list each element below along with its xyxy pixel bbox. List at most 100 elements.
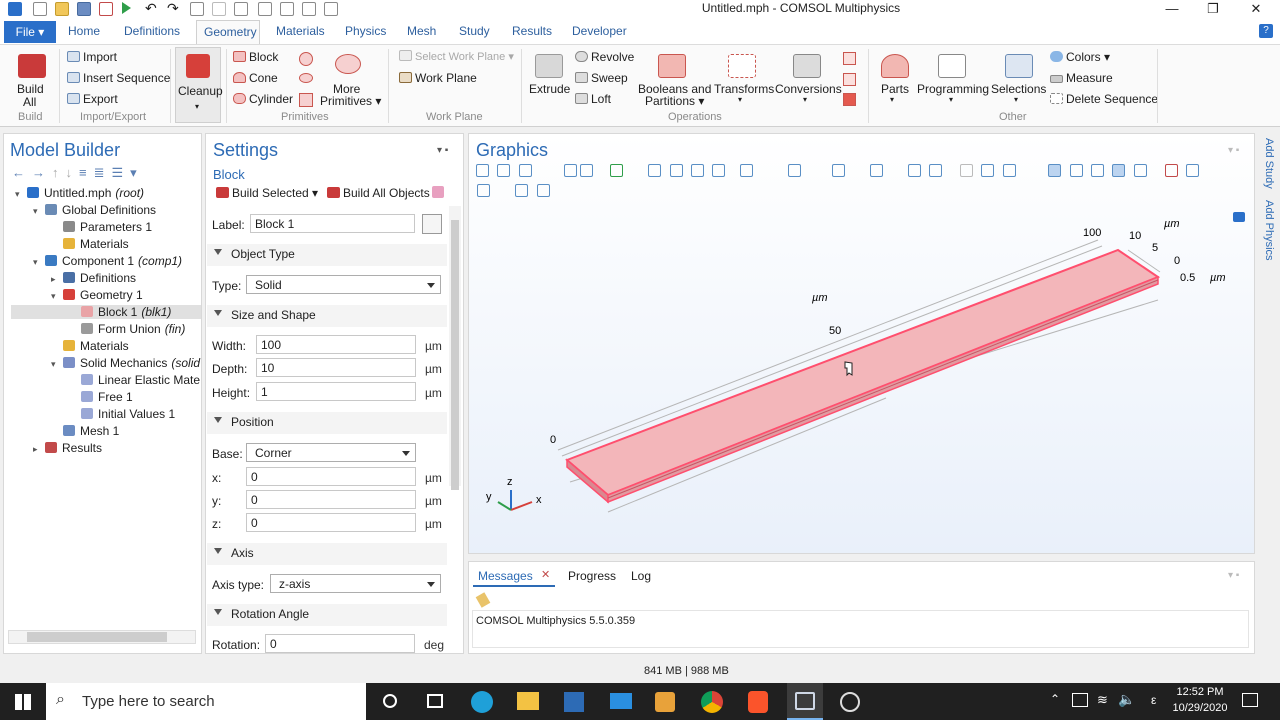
programming-icon[interactable]	[938, 54, 966, 78]
build-all-label-2[interactable]: All	[23, 95, 36, 109]
wireframe-icon[interactable]	[1070, 164, 1083, 177]
tab-materials[interactable]: Materials	[276, 24, 325, 38]
transforms-button[interactable]: Transforms	[714, 82, 774, 96]
show-more-icon[interactable]	[1186, 164, 1199, 177]
tree-expand-arrow-icon[interactable]: ▾	[51, 291, 63, 302]
collapse-icon[interactable]: ≣	[94, 165, 112, 180]
revolve-button[interactable]: Revolve	[575, 50, 634, 64]
tree-item[interactable]: ▾ Untitled.mph (root)	[15, 186, 144, 200]
zoom-selected-icon[interactable]	[564, 164, 577, 177]
tree-item[interactable]: Parameters 1	[51, 220, 152, 234]
tree-item[interactable]: Mesh 1	[51, 424, 119, 438]
tree-item[interactable]: ▾ Component 1 (comp1)	[33, 254, 182, 268]
conversions-dropdown-arrow[interactable]: ▾	[803, 95, 807, 104]
back-arrow-icon[interactable]: ←	[12, 165, 32, 180]
tree-item[interactable]: ▾ Geometry 1	[51, 288, 143, 302]
close-button[interactable]: ✕	[1236, 0, 1276, 20]
tree-expand-arrow-icon[interactable]: ▸	[51, 274, 63, 285]
selection-mode-icon[interactable]	[832, 164, 845, 177]
list-menu-icon[interactable]: ▾	[130, 165, 144, 180]
sweep-button[interactable]: Sweep	[575, 71, 628, 85]
print-icon[interactable]	[537, 184, 550, 197]
show-axis-icon[interactable]	[1134, 164, 1147, 177]
reset-hiding-icon[interactable]	[981, 164, 994, 177]
tree-item[interactable]: Free 1	[69, 390, 133, 404]
programming-button[interactable]: Programming	[917, 82, 989, 96]
model-builder-toolbar[interactable]: ←→↑↓≡≣☰▾	[12, 165, 144, 181]
build-options-icon[interactable]	[432, 186, 444, 198]
messages-menu-icon[interactable]: ▾ ▪	[1228, 570, 1239, 581]
width-field[interactable]: 100	[256, 335, 416, 354]
scene-light-icon[interactable]	[870, 164, 883, 177]
transforms-dropdown-arrow[interactable]: ▾	[738, 95, 742, 104]
chevron-up-icon[interactable]: ⌃	[1050, 692, 1060, 706]
go-to-yz-view-icon[interactable]	[670, 164, 683, 177]
booleans-icon[interactable]	[658, 54, 686, 78]
file-explorer-icon[interactable]	[517, 692, 539, 710]
measure-button[interactable]: Measure	[1050, 71, 1113, 85]
language-indicator[interactable]: ε	[1151, 693, 1156, 707]
import-button[interactable]: Import	[67, 50, 117, 64]
more-primitives-label-2[interactable]: Primitives ▾	[320, 94, 381, 108]
section-position[interactable]: Position	[207, 412, 447, 434]
tree-horizontal-scrollbar[interactable]	[8, 630, 196, 644]
notification-icon[interactable]	[1242, 693, 1258, 707]
work-plane-button[interactable]: Work Plane	[399, 71, 477, 85]
section-rotation-angle[interactable]: Rotation Angle	[207, 604, 447, 626]
graphics-menu-icon[interactable]: ▾ ▪	[1228, 145, 1239, 156]
rotate-icon[interactable]	[740, 164, 753, 177]
mail-icon[interactable]	[610, 693, 632, 709]
move-down-icon[interactable]: ↓	[66, 165, 80, 180]
tree-expand-arrow-icon[interactable]: ▾	[51, 359, 63, 370]
tree-item[interactable]: Block 1 (blk1)	[11, 305, 201, 319]
tab-results[interactable]: Results	[512, 24, 552, 38]
expand-icon[interactable]: ☰	[112, 165, 131, 180]
conversions-button[interactable]: Conversions	[775, 82, 842, 96]
tree-expand-arrow-icon[interactable]: ▾	[15, 189, 27, 200]
depth-field[interactable]: 10	[256, 358, 416, 377]
selections-button[interactable]: Selections	[991, 82, 1046, 96]
tree-item[interactable]: ▾ Global Definitions	[33, 203, 156, 217]
zoom-out-icon[interactable]	[497, 164, 510, 177]
windows-start-icon[interactable]	[15, 694, 31, 710]
cleanup-button[interactable]: Cleanup ▾	[175, 47, 223, 123]
scrollbar-thumb[interactable]	[27, 632, 167, 642]
tree-expand-arrow-icon[interactable]: ▸	[33, 444, 45, 455]
default-view-icon[interactable]	[712, 164, 725, 177]
rotation-field[interactable]: 0	[265, 634, 415, 653]
settings-vertical-scrollbar[interactable]	[449, 206, 461, 490]
build-all-label-1[interactable]: Build	[17, 82, 44, 96]
clock-time[interactable]: 12:52 PM	[1170, 686, 1230, 698]
cone-button[interactable]: Cone	[233, 71, 278, 85]
copy-objects-icon[interactable]	[843, 73, 856, 86]
task-view-icon[interactable]	[427, 694, 443, 708]
build-selected-button[interactable]: Build Selected ▾	[216, 186, 318, 200]
chrome-icon[interactable]	[701, 691, 723, 713]
transparency-icon[interactable]	[1048, 164, 1061, 177]
brave-icon[interactable]	[748, 691, 768, 713]
tree-item[interactable]: Form Union (fin)	[69, 322, 185, 336]
show-icon[interactable]: ≡	[79, 165, 94, 180]
parts-dropdown-arrow[interactable]: ▾	[890, 95, 894, 104]
tab-geometry-active[interactable]: Geometry	[196, 20, 260, 44]
refresh-icon[interactable]	[477, 184, 490, 197]
more-primitives-icon[interactable]	[335, 54, 361, 74]
edge-browser-icon[interactable]	[471, 691, 493, 713]
label-list-icon[interactable]	[422, 214, 442, 234]
programming-dropdown-arrow[interactable]: ▾	[949, 95, 953, 104]
store-icon[interactable]	[564, 692, 584, 712]
parts-button[interactable]: Parts	[881, 82, 909, 96]
graphics-canvas[interactable]: 0 50 µm 100 10 5 0 0.5 µm µm z x y	[468, 200, 1255, 550]
axis-type-select[interactable]: z-axis	[270, 574, 441, 593]
tree-item[interactable]: ▾ Solid Mechanics (solid	[51, 356, 200, 370]
zoom-extents-icon[interactable]	[580, 164, 593, 177]
tree-item[interactable]: Linear Elastic Mate	[69, 373, 200, 387]
selections-dropdown-arrow[interactable]: ▾	[1014, 95, 1018, 104]
delete-sequence-button[interactable]: Delete Sequence	[1050, 92, 1158, 106]
clock-date[interactable]: 10/29/2020	[1170, 702, 1230, 714]
base-select[interactable]: Corner	[246, 443, 416, 462]
build-all-icon[interactable]	[18, 54, 46, 78]
tab-developer[interactable]: Developer	[572, 24, 627, 38]
booleans-label-2[interactable]: Partitions ▾	[645, 94, 704, 108]
settings-menu-icon[interactable]: ▾ ▪	[437, 145, 448, 156]
